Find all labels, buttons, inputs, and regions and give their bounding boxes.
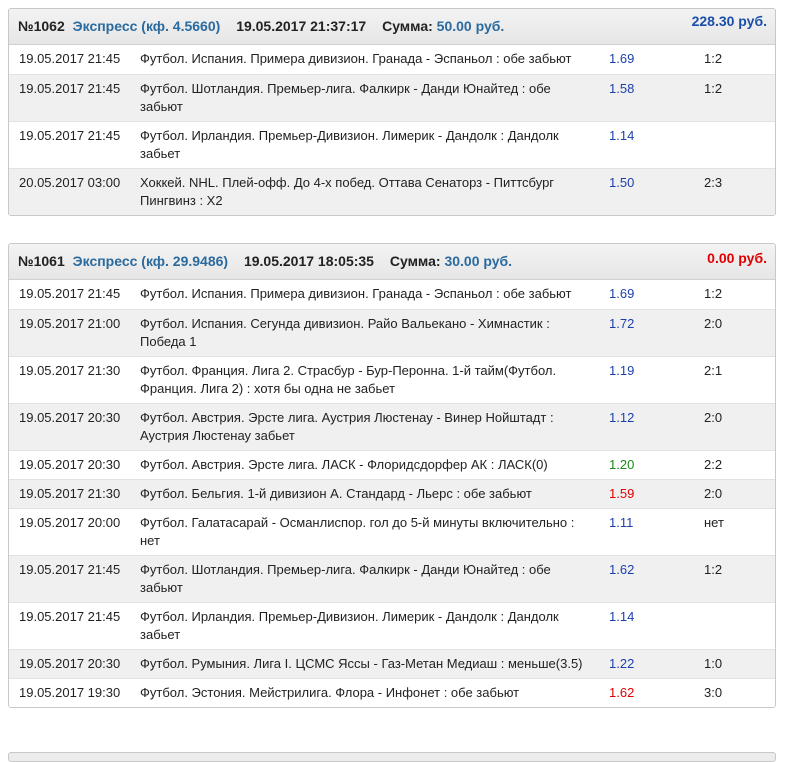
bet-row: 20.05.2017 03:00 Хоккей. NHL. Плей-офф. Д… — [9, 168, 775, 215]
bet-row: 19.05.2017 21:45 Футбол. Ирландия. Премье… — [9, 602, 775, 649]
bet-row: 19.05.2017 21:45 Футбол. Шотландия. Премь… — [9, 74, 775, 121]
row-odd: 1.11 — [609, 515, 634, 530]
bet-row: 19.05.2017 19:30 Футбол. Эстония. Мейстри… — [9, 678, 775, 707]
row-result: 2:2 — [704, 457, 723, 472]
bet-card-1061: №1061 Экспресс (кф. 29.9486) 19.05.2017 … — [8, 243, 776, 708]
row-result: 1:2 — [704, 81, 723, 96]
row-date: 19.05.2017 19:30 — [19, 685, 121, 700]
row-result: 1:2 — [704, 562, 723, 577]
row-odd: 1.14 — [609, 128, 635, 143]
bet-row: 19.05.2017 21:30 Футбол. Франция. Лига 2.… — [9, 356, 775, 403]
row-result: 2:1 — [704, 363, 723, 378]
row-date: 19.05.2017 21:45 — [19, 81, 121, 96]
bet-row: 19.05.2017 21:00 Футбол. Испания. Сегунда… — [9, 309, 775, 356]
row-odd: 1.20 — [609, 457, 635, 472]
row-odd: 1.69 — [609, 286, 635, 301]
bet-rows: 19.05.2017 21:45 Футбол. Испания. Примера… — [9, 45, 775, 215]
row-odd: 1.50 — [609, 175, 635, 190]
row-odd: 1.62 — [609, 685, 635, 700]
row-date: 19.05.2017 21:45 — [19, 609, 121, 624]
bet-sum-label: Сумма: — [382, 18, 433, 34]
row-event: Футбол. Ирландия. Премьер-Дивизион. Лиме… — [140, 128, 559, 161]
bet-type[interactable]: Экспресс (кф. 29.9486) — [73, 253, 228, 269]
row-odd: 1.72 — [609, 316, 635, 331]
bet-row: 19.05.2017 21:45 Футбол. Ирландия. Премье… — [9, 121, 775, 168]
bet-row: 19.05.2017 21:45 Футбол. Испания. Примера… — [9, 45, 775, 74]
row-result: 1:2 — [704, 286, 723, 301]
bet-row: 19.05.2017 20:30 Футбол. Румыния. Лига I.… — [9, 649, 775, 678]
row-date: 19.05.2017 20:30 — [19, 656, 121, 671]
bet-type[interactable]: Экспресс (кф. 4.5660) — [73, 18, 221, 34]
row-date: 20.05.2017 03:00 — [19, 175, 121, 190]
row-odd: 1.12 — [609, 410, 635, 425]
row-event: Футбол. Испания. Примера дивизион. Грана… — [140, 286, 572, 301]
row-odd: 1.59 — [609, 486, 635, 501]
row-event: Футбол. Шотландия. Премьер-лига. Фалкирк… — [140, 562, 551, 595]
row-event: Футбол. Галатасарай - Османлиспор. гол д… — [140, 515, 575, 548]
row-result: 1:2 — [704, 51, 723, 66]
bet-datetime: 19.05.2017 21:37:17 — [236, 18, 367, 34]
bet-number: №1062 — [18, 18, 65, 34]
row-odd: 1.58 — [609, 81, 635, 96]
row-date: 19.05.2017 21:45 — [19, 562, 121, 577]
row-odd: 1.22 — [609, 656, 635, 671]
bet-datetime: 19.05.2017 18:05:35 — [243, 253, 374, 269]
row-odd: 1.62 — [609, 562, 635, 577]
bet-row: 19.05.2017 21:45 Футбол. Испания. Примера… — [9, 280, 775, 309]
row-date: 19.05.2017 21:45 — [19, 51, 121, 66]
bet-rows: 19.05.2017 21:45 Футбол. Испания. Примера… — [9, 280, 775, 707]
bet-row: 19.05.2017 20:30 Футбол. Австрия. Эрсте л… — [9, 403, 775, 450]
row-date: 19.05.2017 21:45 — [19, 286, 121, 301]
bet-sum-value: 30.00 руб. — [444, 253, 513, 269]
row-event: Футбол. Франция. Лига 2. Страсбур - Бур-… — [140, 363, 557, 396]
row-result: 2:0 — [704, 316, 723, 331]
bet-header: №1062 Экспресс (кф. 4.5660) 19.05.2017 2… — [9, 9, 775, 45]
row-result: 1:0 — [704, 656, 723, 671]
bet-winnings: 228.30 руб. — [691, 13, 767, 29]
bet-sum-value: 50.00 руб. — [436, 18, 505, 34]
bet-summary: №1061 Экспресс (кф. 29.9486) 19.05.2017 … — [18, 253, 512, 269]
bet-winnings: 0.00 руб. — [707, 250, 767, 266]
row-date: 19.05.2017 20:30 — [19, 410, 121, 425]
bet-row: 19.05.2017 20:00 Футбол. Галатасарай - Ос… — [9, 508, 775, 555]
bet-sum-label: Сумма: — [389, 253, 441, 269]
row-date: 19.05.2017 21:30 — [19, 486, 121, 501]
bet-summary: №1062 Экспресс (кф. 4.5660) 19.05.2017 2… — [18, 18, 504, 34]
row-event: Футбол. Австрия. Эрсте лига. ЛАСК - Флор… — [140, 457, 548, 472]
row-odd: 1.69 — [609, 51, 635, 66]
row-event: Футбол. Бельгия. 1-й дивизион А. Стандар… — [140, 486, 532, 501]
row-event: Футбол. Испания. Примера дивизион. Грана… — [140, 51, 572, 66]
bet-row: 19.05.2017 21:30 Футбол. Бельгия. 1-й див… — [9, 479, 775, 508]
row-event: Футбол. Эстония. Мейстрилига. Флора - Ин… — [140, 685, 520, 700]
row-event: Футбол. Шотландия. Премьер-лига. Фалкирк… — [140, 81, 551, 114]
row-result: нет — [704, 515, 724, 530]
bet-number: №1061 — [18, 253, 65, 269]
bet-header: №1061 Экспресс (кф. 29.9486) 19.05.2017 … — [9, 244, 775, 280]
row-result: 3:0 — [704, 685, 723, 700]
row-event: Футбол. Испания. Сегунда дивизион. Райо … — [140, 316, 550, 349]
row-odd: 1.19 — [609, 363, 635, 378]
bet-row: 19.05.2017 21:45 Футбол. Шотландия. Премь… — [9, 555, 775, 602]
row-date: 19.05.2017 21:30 — [19, 363, 121, 378]
row-event: Футбол. Румыния. Лига I. ЦСМС Яссы - Газ… — [140, 656, 583, 671]
row-date: 19.05.2017 21:00 — [19, 316, 121, 331]
row-result: 2:0 — [704, 486, 723, 501]
bet-row: 19.05.2017 20:30 Футбол. Австрия. Эрсте л… — [9, 450, 775, 479]
row-event: Футбол. Ирландия. Премьер-Дивизион. Лиме… — [140, 609, 559, 642]
row-result: 2:0 — [704, 410, 723, 425]
row-date: 19.05.2017 20:00 — [19, 515, 121, 530]
row-date: 19.05.2017 21:45 — [19, 128, 121, 143]
row-event: Футбол. Австрия. Эрсте лига. Аустрия Люс… — [140, 410, 554, 443]
row-date: 19.05.2017 20:30 — [19, 457, 121, 472]
next-bet-card-edge — [8, 752, 776, 762]
row-result: 2:3 — [704, 175, 723, 190]
bet-card-1062: №1062 Экспресс (кф. 4.5660) 19.05.2017 2… — [8, 8, 776, 216]
row-odd: 1.14 — [609, 609, 635, 624]
row-event: Хоккей. NHL. Плей-офф. До 4-х побед. Отт… — [140, 175, 555, 208]
